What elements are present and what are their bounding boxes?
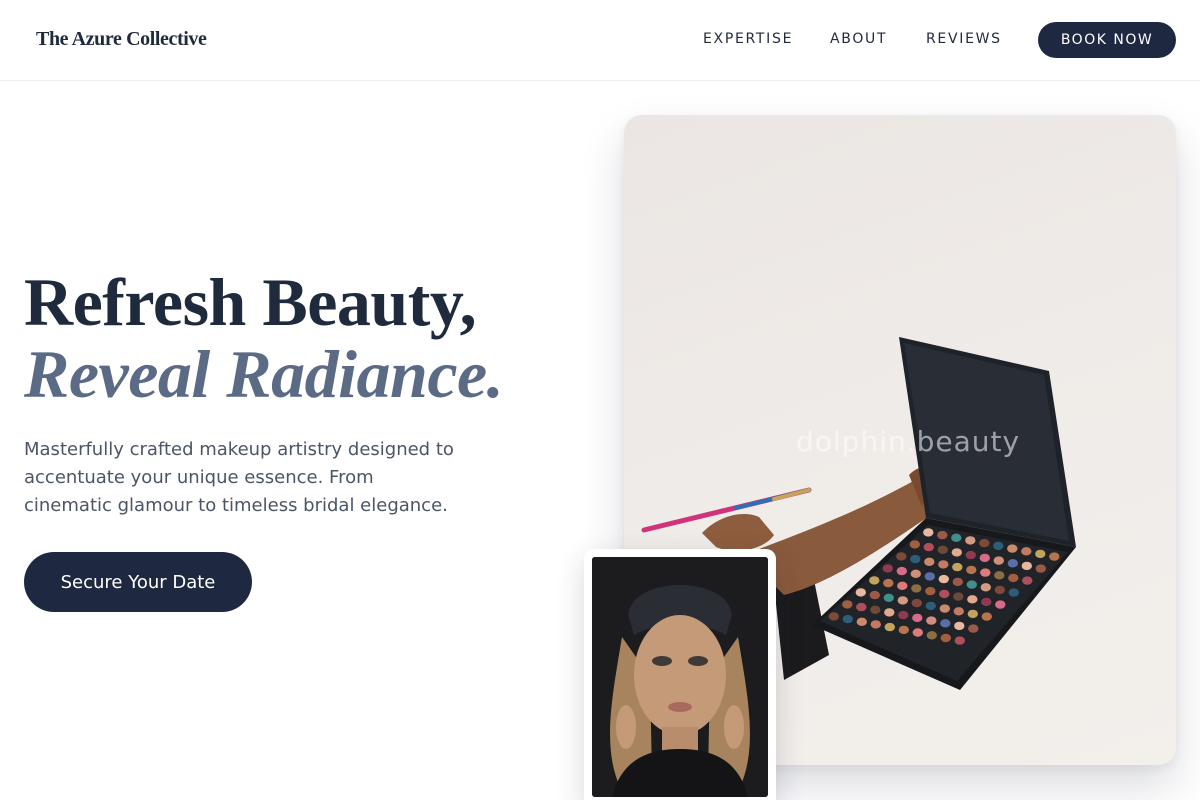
- eyeshadow-pan: [966, 580, 977, 589]
- eyeshadow-pan: [911, 584, 922, 593]
- eyeshadow-pan: [870, 605, 881, 614]
- eyeshadow-pan: [925, 586, 936, 596]
- eyeshadow-pan: [979, 553, 990, 563]
- eyeshadow-pan: [869, 590, 880, 600]
- eyeshadow-pan: [909, 540, 920, 549]
- eyeshadow-pan: [884, 622, 895, 632]
- image-watermark: dolphin.beauty: [796, 425, 1021, 458]
- eyeshadow-pan: [967, 595, 978, 604]
- eyeshadow-pan: [1007, 559, 1018, 568]
- eyeshadow-pan: [923, 528, 934, 537]
- eyeshadow-pan: [939, 604, 950, 613]
- eyeshadow-pan: [897, 581, 908, 590]
- eyeshadow-pan: [898, 610, 909, 620]
- hero-description: Masterfully crafted makeup artistry desi…: [24, 439, 454, 516]
- eyeshadow-pan: [981, 597, 992, 607]
- eyeshadow-pan: [937, 545, 948, 554]
- eyeshadow-pan: [954, 621, 965, 631]
- eyeshadow-pan: [856, 617, 867, 626]
- eyeshadow-pan: [1007, 544, 1018, 553]
- eyeshadow-pan: [993, 541, 1004, 551]
- portrait-card: [584, 549, 776, 800]
- eyeshadow-pan: [953, 607, 964, 616]
- eyeshadow-pan: [883, 578, 894, 588]
- eyeshadow-pan: [828, 612, 839, 621]
- eyeshadow-pan: [1008, 588, 1019, 597]
- nav-link-about[interactable]: ABOUT: [830, 31, 887, 47]
- eyeshadow-pan: [842, 614, 853, 624]
- eyeshadow-pan: [926, 616, 937, 625]
- eyeshadow-pan: [882, 564, 893, 573]
- nav-link-expertise[interactable]: EXPERTISE: [703, 31, 793, 47]
- eyeshadow-pan: [1035, 549, 1046, 559]
- eyeshadow-pan: [912, 628, 923, 637]
- eyeshadow-pan: [856, 602, 867, 612]
- eyeshadow-pan: [1021, 561, 1032, 571]
- eyeshadow-pan: [994, 585, 1005, 595]
- eyeshadow-pan: [979, 538, 990, 548]
- headline-line-1: Refresh Beauty,: [24, 264, 477, 340]
- eyeshadow-pan: [883, 593, 894, 602]
- eyeshadow-pan: [884, 608, 895, 617]
- portrait-illustration: [592, 557, 768, 797]
- eyeshadow-pan: [953, 592, 964, 601]
- hero-headline: Refresh Beauty, Reveal Radiance.: [24, 264, 504, 412]
- eyeshadow-pan: [897, 596, 908, 605]
- eyeshadow-pan: [940, 619, 951, 628]
- eyeshadow-pan: [896, 566, 907, 576]
- eyeshadow-pan: [1022, 576, 1033, 585]
- eyeshadow-pan: [939, 589, 950, 599]
- eyeshadow-pan: [954, 636, 965, 645]
- eyeshadow-pan: [938, 560, 949, 569]
- eyeshadow-pan: [1021, 547, 1032, 556]
- nav-link-reviews[interactable]: REVIEWS: [926, 31, 1002, 47]
- eyeshadow-pan: [980, 583, 991, 592]
- eyeshadow-pan: [912, 613, 923, 623]
- eyeshadow-pan: [995, 600, 1006, 609]
- headline-line-2: Reveal Radiance.: [24, 336, 504, 412]
- eyeshadow-pan: [898, 625, 909, 635]
- eyeshadow-pan: [910, 554, 921, 564]
- eyeshadow-pan: [951, 548, 962, 557]
- book-now-button[interactable]: BOOK NOW: [1038, 22, 1176, 58]
- eyeshadow-pan: [911, 598, 922, 608]
- eyeshadow-pan: [965, 536, 976, 545]
- eyeshadow-pan: [869, 576, 880, 585]
- eyeshadow-pan: [981, 612, 992, 621]
- eyeshadow-pan: [924, 557, 935, 566]
- eyeshadow-pan: [926, 631, 937, 640]
- eyeshadow-pan: [980, 568, 991, 577]
- eyeshadow-pan: [993, 556, 1004, 565]
- eyeshadow-pan: [952, 562, 963, 572]
- eyeshadow-pan: [855, 588, 866, 597]
- eyeshadow-pan: [924, 572, 935, 581]
- top-navigation: The Azure Collective EXPERTISE ABOUT REV…: [0, 0, 1200, 81]
- eyeshadow-pan: [968, 624, 979, 633]
- eyeshadow-pan: [910, 569, 921, 578]
- eyeshadow-pan: [937, 530, 948, 540]
- eyeshadow-pan: [940, 633, 951, 643]
- eyeshadow-pan: [870, 620, 881, 629]
- eyeshadow-pan: [1035, 564, 1046, 573]
- eyeshadow-pan: [965, 550, 976, 560]
- brand-logo[interactable]: The Azure Collective: [36, 28, 207, 51]
- eyeshadow-pan: [967, 609, 978, 619]
- eyeshadow-pan: [966, 565, 977, 575]
- eyeshadow-pan: [925, 601, 936, 611]
- eyeshadow-pan: [1008, 573, 1019, 583]
- eyeshadow-pan: [923, 542, 934, 552]
- eyeshadow-pan: [951, 533, 962, 542]
- eyeshadow-pan: [952, 577, 963, 587]
- model-portrait-image: [592, 557, 768, 797]
- eyeshadow-pan: [842, 600, 853, 609]
- secure-date-button[interactable]: Secure Your Date: [24, 552, 252, 612]
- eyeshadow-pan: [896, 552, 907, 561]
- eyeshadow-pan: [1049, 552, 1060, 561]
- eyeshadow-pan: [938, 574, 949, 584]
- eyeshadow-pan: [994, 571, 1005, 580]
